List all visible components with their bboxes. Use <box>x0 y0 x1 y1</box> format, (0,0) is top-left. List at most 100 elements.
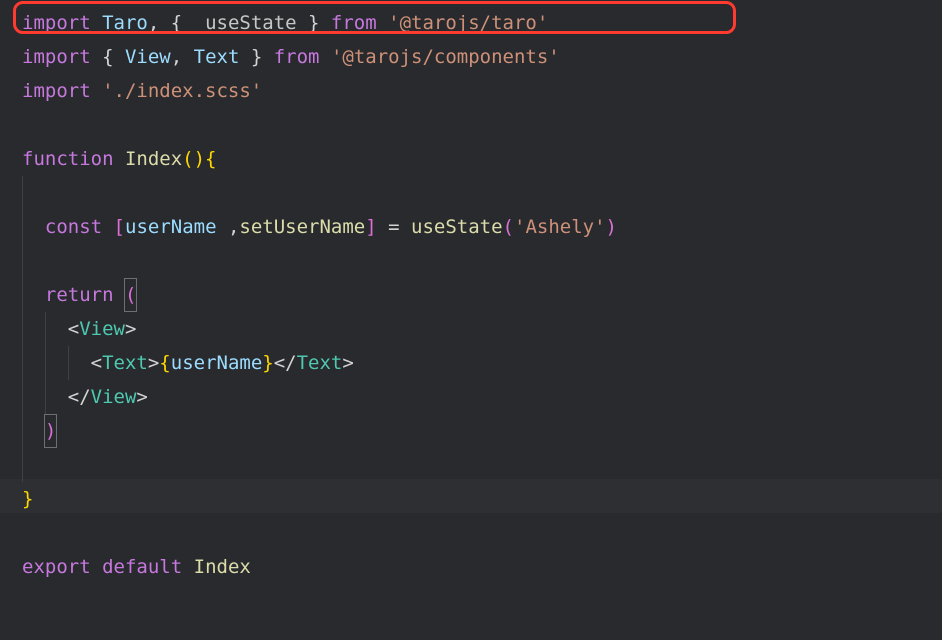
token: < <box>22 318 79 340</box>
code-line[interactable]: const [userName ,setUserName] = useState… <box>22 210 942 244</box>
token: } <box>262 352 273 374</box>
line-content <box>22 522 33 544</box>
line-content: <View> <box>22 318 136 340</box>
token: Index <box>125 148 182 170</box>
token: Text <box>194 46 240 68</box>
token: View <box>125 46 171 68</box>
token <box>22 182 33 204</box>
token <box>102 216 113 238</box>
token: > <box>148 352 159 374</box>
token <box>182 556 193 578</box>
token: = <box>377 216 411 238</box>
line-content: } <box>22 488 33 510</box>
token <box>319 46 330 68</box>
line-content: return ( <box>22 284 136 306</box>
line-content: export default Index <box>22 556 251 578</box>
indent-guide <box>22 278 23 312</box>
token: </ <box>274 352 297 374</box>
code-line[interactable] <box>22 516 942 550</box>
token <box>114 148 125 170</box>
token: export <box>22 556 91 578</box>
token: function <box>22 148 114 170</box>
token: Taro <box>102 12 148 34</box>
code-line[interactable]: </View> <box>22 380 942 414</box>
token: > <box>136 386 147 408</box>
token <box>22 454 33 476</box>
token: import <box>22 46 91 68</box>
code-line[interactable] <box>22 244 942 278</box>
code-line[interactable]: <Text>{userName}</Text> <box>22 346 942 380</box>
token: useState <box>411 216 503 238</box>
token: useState <box>194 12 297 34</box>
code-line[interactable]: import { View, Text } from '@tarojs/comp… <box>22 40 942 74</box>
token <box>22 522 33 544</box>
token: userName <box>125 216 217 238</box>
indent-guide <box>22 210 23 244</box>
token: setUserName <box>239 216 365 238</box>
token: const <box>45 216 102 238</box>
code-line[interactable] <box>22 108 942 142</box>
token <box>91 556 102 578</box>
line-content: import { View, Text } from '@tarojs/comp… <box>22 46 560 68</box>
token: , <box>217 216 240 238</box>
token: [ <box>114 216 125 238</box>
token: '@tarojs/taro' <box>388 12 548 34</box>
indent-guide <box>45 312 46 346</box>
line-content: import Taro, { useState } from '@tarojs/… <box>22 12 548 34</box>
token: from <box>274 46 320 68</box>
token: 'Ashely' <box>514 216 606 238</box>
code-line[interactable] <box>22 448 942 482</box>
indent-guide <box>22 244 23 278</box>
token: from <box>331 12 377 34</box>
token: (){ <box>182 148 216 170</box>
code-editor[interactable]: import Taro, { useState } from '@tarojs/… <box>0 0 942 640</box>
token: './index.scss' <box>102 80 262 102</box>
token <box>22 114 33 136</box>
token: , { <box>148 12 194 34</box>
token: ( <box>124 278 137 312</box>
token: ( <box>503 216 514 238</box>
token: import <box>22 80 91 102</box>
line-content: ) <box>22 420 56 442</box>
token: View <box>91 386 137 408</box>
token <box>22 250 33 272</box>
line-content: import './index.scss' <box>22 80 262 102</box>
token: return <box>45 284 114 306</box>
token: </ <box>22 386 91 408</box>
line-content <box>22 114 33 136</box>
code-line[interactable] <box>22 176 942 210</box>
line-content: <Text>{userName}</Text> <box>22 352 354 374</box>
line-content: function Index(){ <box>22 148 217 170</box>
token: Text <box>102 352 148 374</box>
line-content <box>22 250 33 272</box>
token: > <box>342 352 353 374</box>
code-line[interactable]: export default Index <box>22 550 942 584</box>
token: userName <box>171 352 263 374</box>
code-line[interactable]: return ( <box>22 278 942 312</box>
token <box>91 12 102 34</box>
code-line[interactable]: ) <box>22 414 942 448</box>
indent-guide <box>22 414 23 448</box>
token: } <box>297 12 331 34</box>
indent-guide <box>22 176 23 210</box>
token: import <box>22 12 91 34</box>
line-content <box>22 454 33 476</box>
code-line[interactable]: } <box>22 482 942 516</box>
indent-guide <box>22 380 23 414</box>
token: > <box>125 318 136 340</box>
indent-guide <box>45 380 46 414</box>
code-line[interactable]: import Taro, { useState } from '@tarojs/… <box>22 6 942 40</box>
token <box>377 12 388 34</box>
code-block[interactable]: import Taro, { useState } from '@tarojs/… <box>0 6 942 584</box>
line-content: </View> <box>22 386 148 408</box>
token: ) <box>606 216 617 238</box>
code-line[interactable]: <View> <box>22 312 942 346</box>
token: , <box>171 46 194 68</box>
code-line[interactable]: import './index.scss' <box>22 74 942 108</box>
code-line[interactable]: function Index(){ <box>22 142 942 176</box>
token: View <box>79 318 125 340</box>
line-content <box>22 182 33 204</box>
indent-guide <box>45 346 46 380</box>
token: < <box>22 352 102 374</box>
token: Text <box>297 352 343 374</box>
